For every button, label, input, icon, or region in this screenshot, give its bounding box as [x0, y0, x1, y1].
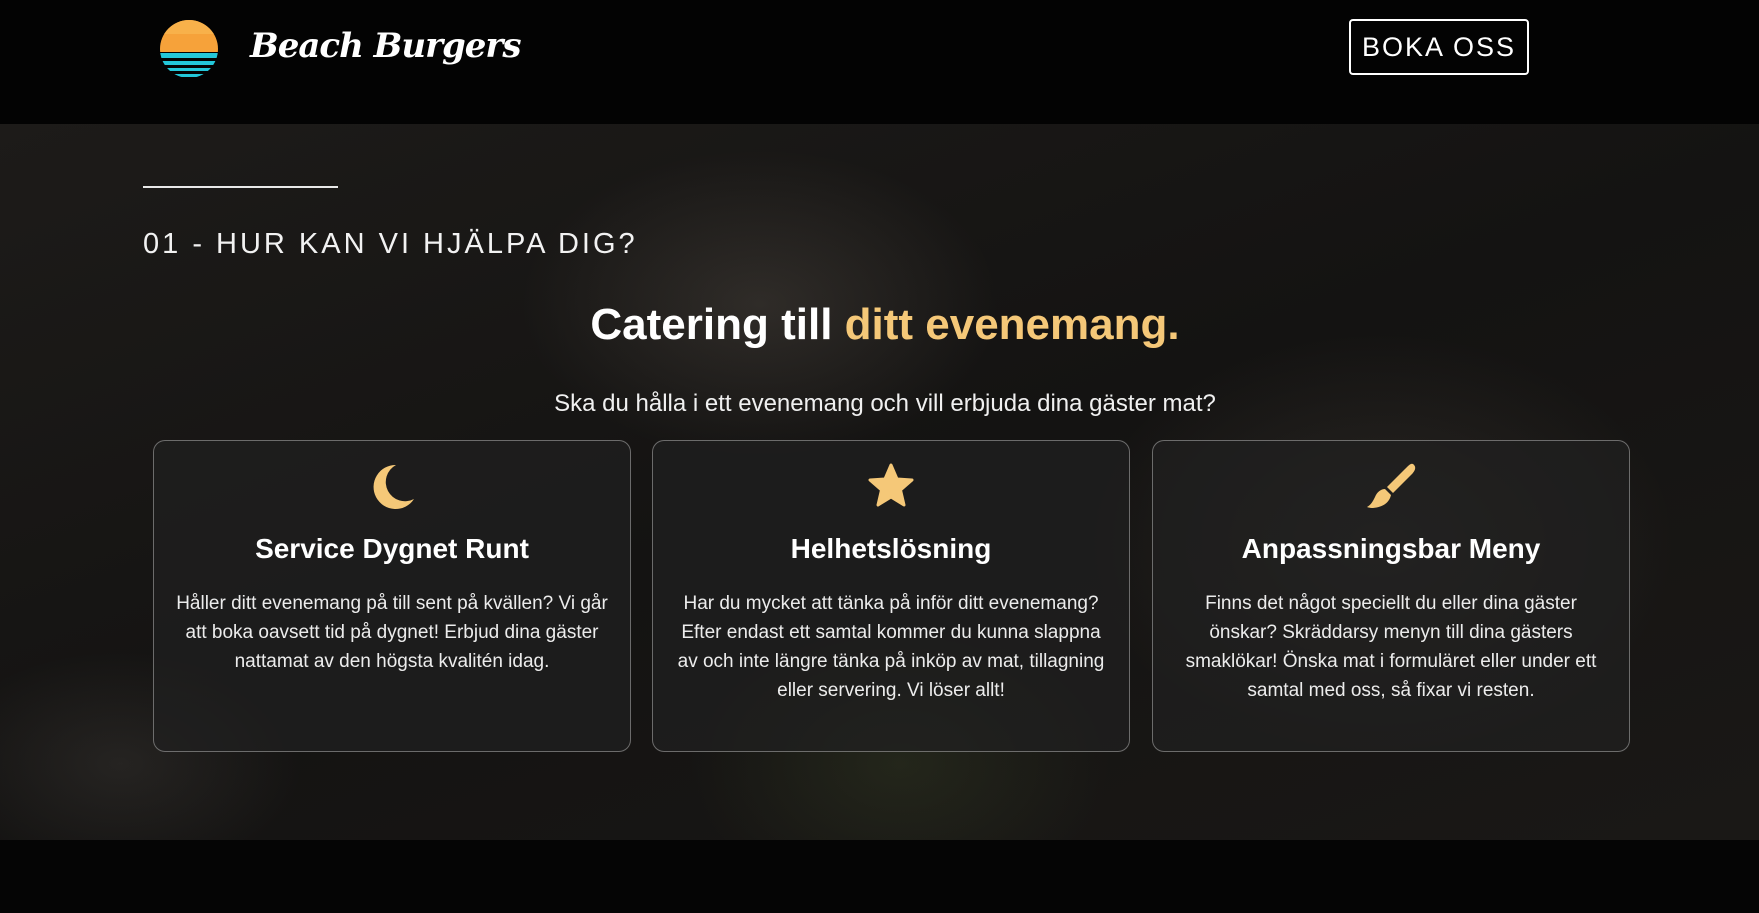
section-title-accent: ditt evenemang. — [844, 300, 1180, 349]
moon-icon — [373, 464, 414, 509]
section-divider — [143, 186, 338, 188]
section-subtitle: Ska du hålla i ett evenemang och vill er… — [554, 390, 1216, 417]
feature-card-title: Service Dygnet Runt — [255, 533, 529, 564]
feature-card-text: Håller ditt evenemang på till sent på kv… — [176, 593, 608, 672]
brand-name[interactable]: Beach Burgers — [250, 26, 521, 66]
star-icon — [868, 463, 914, 507]
feature-card: Anpassningsbar Meny Finns det något spec… — [1152, 440, 1630, 752]
feature-card: Helhetslösning Har du mycket att tänka p… — [652, 440, 1130, 752]
sunset-logo-icon[interactable] — [157, 20, 221, 78]
book-us-button[interactable]: BOKA OSS — [1349, 19, 1529, 75]
footer-band — [0, 840, 1759, 913]
catering-section: 01 - HUR KAN VI HJÄLPA DIG? Catering til… — [0, 124, 1759, 840]
section-title: Catering till ditt evenemang. — [0, 300, 1759, 350]
feature-card-title: Helhetslösning — [790, 533, 992, 564]
feature-card-text: Finns det något speciellt du eller dina … — [1185, 593, 1597, 701]
feature-card-text: Har du mycket att tänka på inför ditt ev… — [677, 593, 1105, 701]
feature-card-title: Anpassningsbar Meny — [1241, 533, 1541, 564]
section-eyebrow: 01 - HUR KAN VI HJÄLPA DIG? — [143, 228, 638, 260]
paintbrush-icon — [1367, 463, 1416, 508]
feature-card: Service Dygnet Runt Håller ditt eveneman… — [153, 440, 631, 752]
site-header: Beach Burgers BOKA OSS — [0, 0, 1759, 124]
section-title-main: Catering till — [590, 300, 845, 349]
